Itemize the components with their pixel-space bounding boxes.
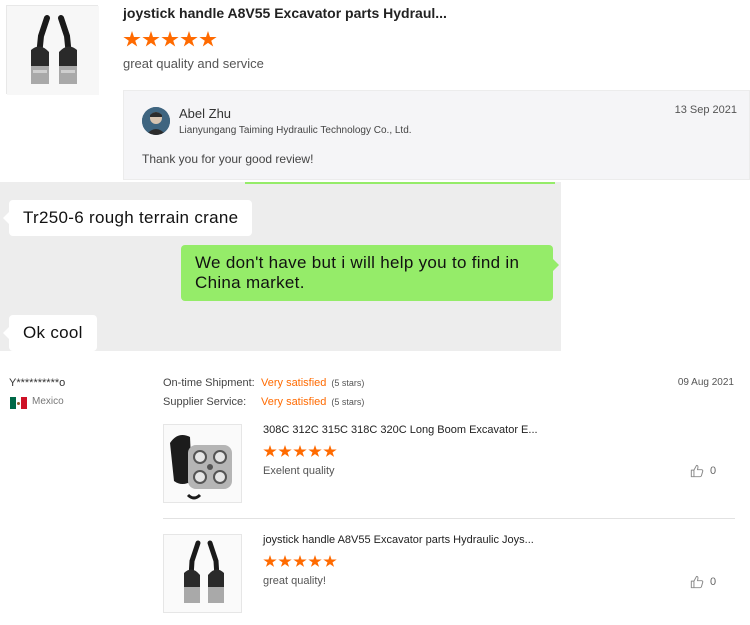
star-icon	[263, 555, 277, 567]
reply-author-name: Abel Zhu	[179, 106, 232, 121]
supplier-service-rating: Supplier Service: Very satisfied (5 stars)	[163, 396, 364, 408]
review-comment: Exelent quality	[263, 465, 335, 477]
like-button[interactable]: 0	[690, 464, 716, 478]
star-icon	[323, 555, 337, 567]
star-icon	[308, 555, 322, 567]
buyer-country: Mexico	[32, 396, 64, 407]
rating-stars	[263, 445, 337, 458]
like-button[interactable]: 0	[690, 575, 716, 589]
reply-date: 13 Sep 2021	[674, 104, 737, 116]
star-icon	[161, 31, 179, 47]
product-image-pilot-valve[interactable]	[163, 424, 242, 503]
product-title[interactable]: joystick handle A8V55 Excavator parts Hy…	[263, 534, 534, 546]
product-title[interactable]: joystick handle A8V55 Excavator parts Hy…	[123, 5, 447, 21]
rating-value: Very satisfied	[261, 396, 327, 408]
chat-message-incoming: Ok cool	[3, 315, 97, 351]
product-title[interactable]: 308C 312C 315C 318C 320C Long Boom Excav…	[263, 424, 538, 436]
like-count: 0	[710, 576, 717, 588]
rating-count: (5 stars)	[331, 397, 365, 407]
rating-value: Very satisfied	[261, 377, 327, 389]
chat-screenshot: Tr250-6 rough terrain crane We don't hav…	[0, 182, 561, 351]
chat-message-incoming: Tr250-6 rough terrain crane	[2, 200, 253, 236]
star-icon	[142, 31, 160, 47]
reply-company: Lianyungang Taiming Hydraulic Technology…	[179, 125, 412, 136]
product-image-joystick[interactable]	[6, 5, 99, 95]
review-date: 09 Aug 2021	[677, 377, 734, 388]
divider	[163, 518, 735, 519]
reply-text: Thank you for your good review!	[142, 152, 314, 166]
supplier-reply: Abel Zhu Lianyungang Taiming Hydraulic T…	[123, 90, 750, 180]
rating-label: On-time Shipment:	[163, 377, 255, 389]
star-icon	[180, 31, 198, 47]
thumbs-up-icon	[690, 464, 704, 478]
star-icon	[293, 555, 307, 567]
review-comment: great quality and service	[123, 56, 264, 71]
like-count: 0	[710, 465, 717, 477]
buyer-name: Y**********o	[9, 377, 66, 389]
star-icon	[323, 445, 337, 457]
star-icon	[123, 31, 141, 47]
product-image-joystick[interactable]	[163, 534, 242, 613]
rating-count: (5 stars)	[331, 378, 365, 388]
star-icon	[293, 445, 307, 457]
chat-message-outgoing: We don't have but i will help you to fin…	[181, 245, 559, 301]
star-icon	[278, 555, 292, 567]
review-comment: great quality!	[263, 575, 326, 587]
rating-stars	[123, 31, 217, 48]
avatar	[142, 107, 170, 135]
thumbs-up-icon	[690, 575, 704, 589]
rating-stars	[263, 555, 337, 568]
star-icon	[278, 445, 292, 457]
star-icon	[308, 445, 322, 457]
ontime-shipment-rating: On-time Shipment: Very satisfied (5 stars)	[163, 377, 364, 389]
mexico-flag-icon	[10, 397, 28, 409]
star-icon	[199, 31, 217, 47]
star-icon	[263, 445, 277, 457]
divider	[245, 182, 555, 184]
rating-label: Supplier Service:	[163, 396, 247, 408]
